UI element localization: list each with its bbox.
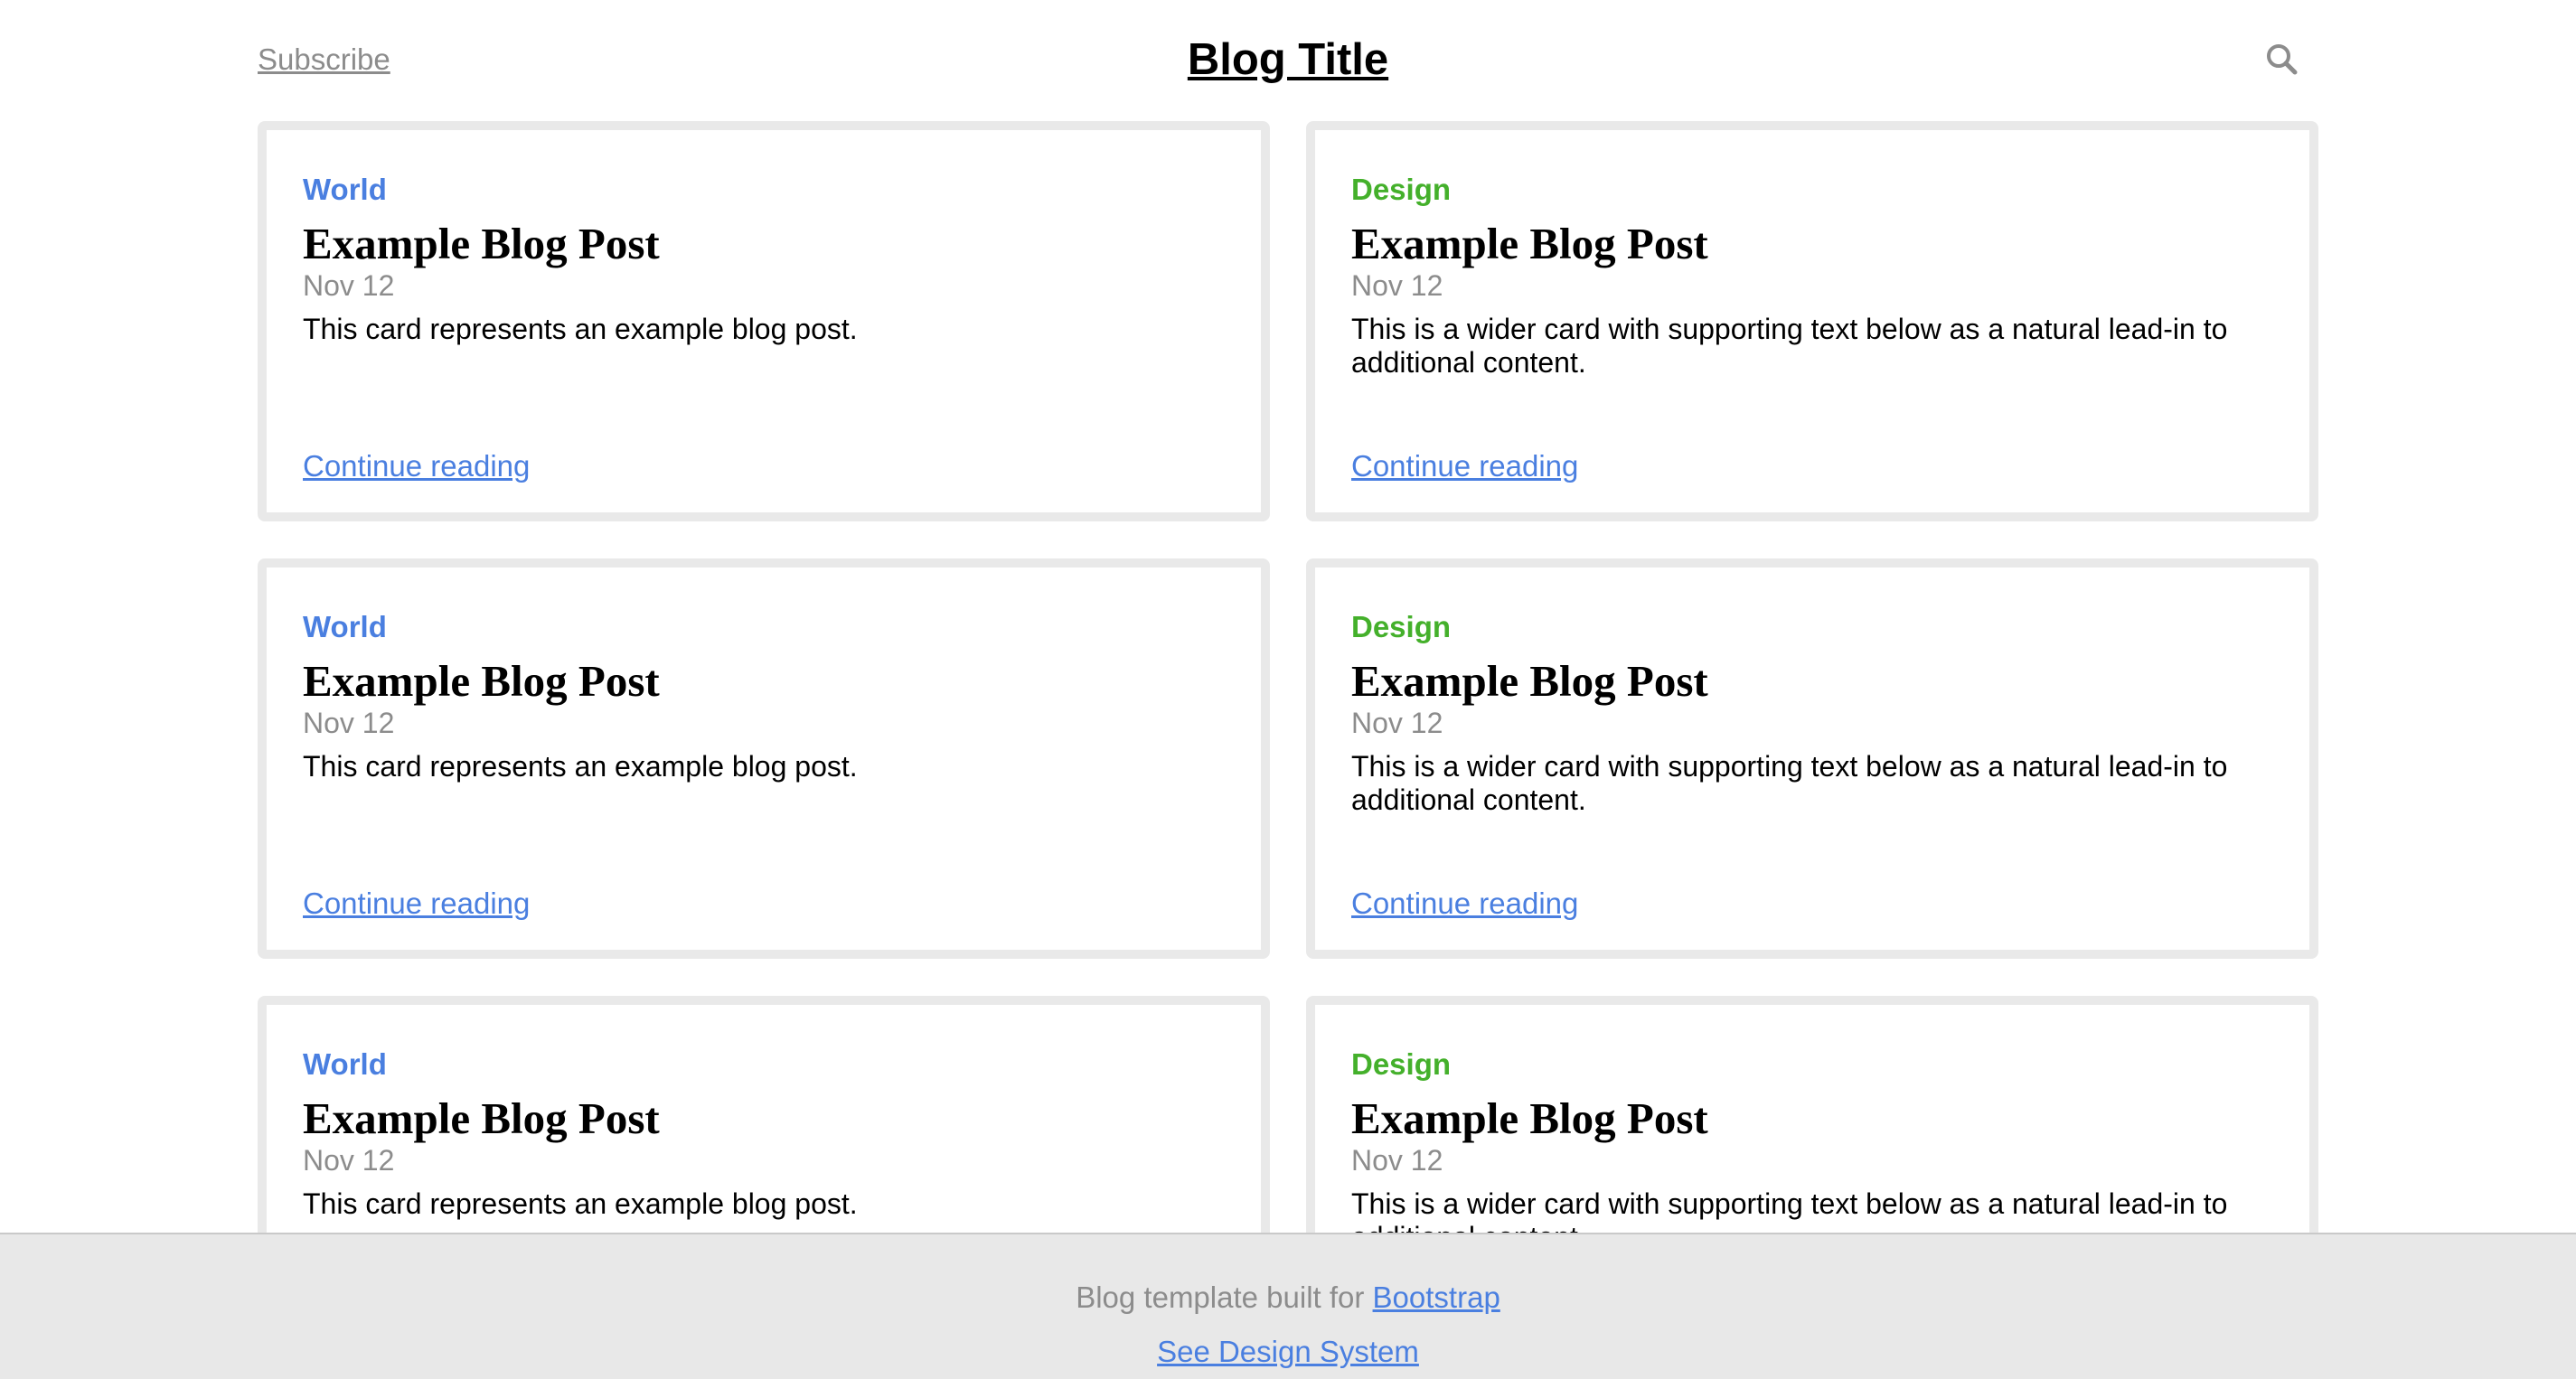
post-title: Example Blog Post xyxy=(1351,656,1708,706)
blog-title-link[interactable]: Blog Title xyxy=(1188,35,1388,84)
post-date: Nov 12 xyxy=(1351,1144,1443,1177)
search-icon-graphic xyxy=(2267,44,2298,75)
post-card: Design Example Blog Post Nov 12 This is … xyxy=(1306,121,2318,521)
blog-title: Blog Title xyxy=(258,33,2318,87)
category-label[interactable]: World xyxy=(303,172,387,208)
post-card: World Example Blog Post Nov 12 This card… xyxy=(258,121,1270,521)
post-title: Example Blog Post xyxy=(303,656,660,706)
post-date: Nov 12 xyxy=(303,269,395,302)
post-date: Nov 12 xyxy=(303,707,395,739)
post-title: Example Blog Post xyxy=(303,1093,660,1143)
design-system-link[interactable]: See Design System xyxy=(1157,1335,1419,1368)
post-title: Example Blog Post xyxy=(1351,219,1708,268)
category-label[interactable]: Design xyxy=(1351,1046,1451,1083)
category-label[interactable]: World xyxy=(303,1046,387,1083)
post-excerpt: This card represents an example blog pos… xyxy=(303,1187,858,1220)
page: Subscribe Blog Title World Example Blog … xyxy=(0,0,2576,1379)
post-title: Example Blog Post xyxy=(303,219,660,268)
post-date: Nov 12 xyxy=(1351,707,1443,739)
site-footer: Blog template built for Bootstrap See De… xyxy=(0,1233,2576,1379)
bootstrap-link[interactable]: Bootstrap xyxy=(1373,1280,1500,1314)
post-excerpt: This card represents an example blog pos… xyxy=(303,750,858,783)
post-date: Nov 12 xyxy=(1351,269,1443,302)
site-header: Subscribe Blog Title xyxy=(258,0,2318,121)
search-icon[interactable] xyxy=(2264,42,2300,78)
post-excerpt: This is a wider card with supporting tex… xyxy=(1351,313,2228,379)
post-card: Design Example Blog Post Nov 12 This is … xyxy=(1306,558,2318,959)
post-excerpt: This is a wider card with supporting tex… xyxy=(1351,750,2228,816)
category-label[interactable]: World xyxy=(303,609,387,645)
post-card: World Example Blog Post Nov 12 This card… xyxy=(258,558,1270,959)
footer-credit-text: Blog template built for xyxy=(1076,1280,1365,1314)
continue-reading-link[interactable]: Continue reading xyxy=(303,886,530,922)
footer-design-system: See Design System xyxy=(0,1334,2576,1370)
post-title: Example Blog Post xyxy=(1351,1093,1708,1143)
continue-reading-link[interactable]: Continue reading xyxy=(1351,886,1578,922)
category-label[interactable]: Design xyxy=(1351,609,1451,645)
continue-reading-link[interactable]: Continue reading xyxy=(303,448,530,484)
post-excerpt: This card represents an example blog pos… xyxy=(303,313,858,345)
continue-reading-link[interactable]: Continue reading xyxy=(1351,448,1578,484)
category-label[interactable]: Design xyxy=(1351,172,1451,208)
post-date: Nov 12 xyxy=(303,1144,395,1177)
footer-credit: Blog template built for Bootstrap xyxy=(0,1280,2576,1316)
